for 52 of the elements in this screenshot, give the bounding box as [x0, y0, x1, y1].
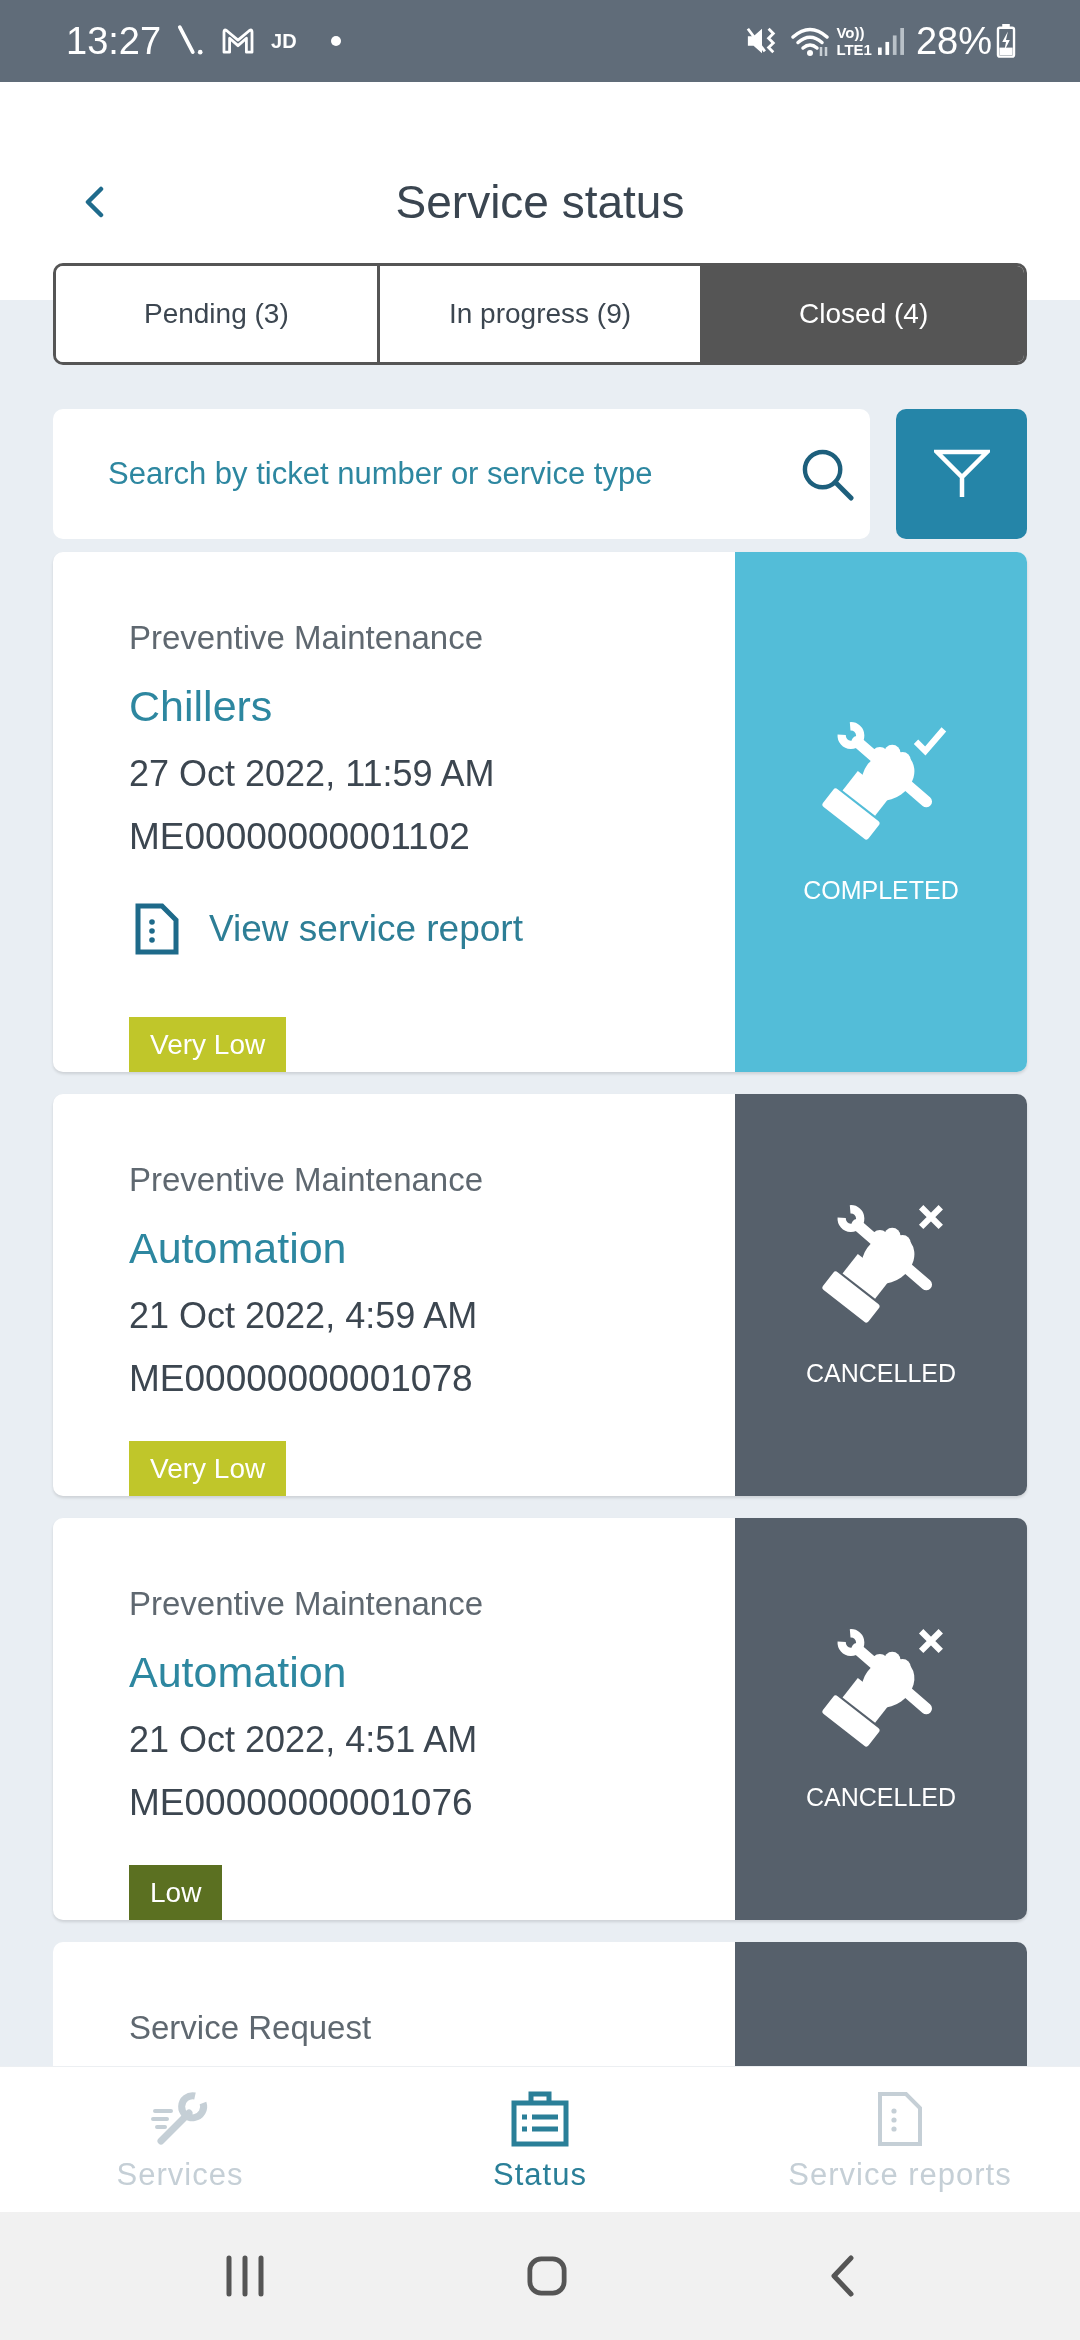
ticket-card[interactable]: Preventive Maintenance Chillers 27 Oct 2022, 11:59 AM ME00000000001102 View service report Very Low COMPLETED: [53, 552, 1027, 1072]
ticket-date: 27 Oct 2022, 11:59 AM: [129, 752, 495, 796]
battery-percent: 28%: [915, 19, 992, 63]
mail-icon: [221, 27, 256, 55]
notification-dot-icon: [330, 36, 341, 46]
wifi-icon: [790, 25, 831, 57]
service-category: Preventive Maintenance: [129, 1160, 484, 1200]
status-label: COMPLETED: [803, 875, 959, 905]
search-field[interactable]: Search by ticket number or service type: [53, 409, 870, 539]
hand-wrench-check-icon: [820, 719, 948, 843]
filter-button[interactable]: [896, 409, 1027, 539]
service-category: Preventive Maintenance: [129, 618, 484, 658]
page-title: Service status: [395, 175, 685, 230]
document-icon: [135, 903, 179, 955]
ticket-number: ME00000000001076: [129, 1781, 473, 1825]
volte-label: Vo)): [836, 24, 865, 41]
ticket-title: Automation: [129, 1647, 347, 1698]
priority-badge: Very Low: [129, 1441, 287, 1496]
wrench-icon: [151, 2091, 209, 2147]
back-icon[interactable]: [829, 2255, 855, 2297]
ticket-number: ME00000000001102: [129, 815, 470, 859]
ticket-card[interactable]: Preventive Maintenance Automation 21 Oct 2022, 4:59 AM ME00000000001078 Very Low CANCELLED: [53, 1094, 1027, 1496]
service-category: Service Request: [129, 2008, 372, 2048]
status-time: 13:27: [66, 19, 162, 63]
ticket-card[interactable]: Service Request: [53, 1942, 1027, 2066]
back-icon[interactable]: [83, 186, 105, 218]
ticket-title: Automation: [129, 1223, 347, 1274]
signal-icon: [877, 27, 904, 55]
ticket-title: Chillers: [129, 681, 273, 732]
ticket-number: ME00000000001078: [129, 1357, 473, 1401]
notification-app-label: JD: [271, 29, 297, 53]
service-category: Preventive Maintenance: [129, 1584, 484, 1624]
battery-charging-icon: [996, 24, 1016, 58]
tab[interactable]: In progress (9): [376, 266, 701, 362]
tab[interactable]: Pending (3): [56, 266, 377, 362]
view-report-link[interactable]: View service report: [135, 899, 523, 959]
filter-icon: [933, 449, 990, 499]
nav-tab[interactable]: Status: [360, 2067, 720, 2212]
status-label: CANCELLED: [805, 1358, 957, 1388]
search-icon[interactable]: [801, 447, 854, 501]
ticket-date: 21 Oct 2022, 4:51 AM: [129, 1718, 478, 1762]
tab[interactable]: Closed (4): [700, 266, 1024, 362]
home-icon[interactable]: [527, 2255, 567, 2297]
ticket-card[interactable]: Preventive Maintenance Automation 21 Oct 2022, 4:51 AM ME00000000001076 Low CANCELLED: [53, 1518, 1027, 1920]
briefcase-icon: [511, 2091, 569, 2147]
priority-badge: Very Low: [129, 1017, 287, 1072]
priority-badge: Low: [129, 1865, 223, 1920]
search-input[interactable]: Search by ticket number or service type: [108, 444, 801, 504]
ticket-date: 21 Oct 2022, 4:59 AM: [129, 1294, 478, 1338]
recent-apps-icon[interactable]: [225, 2255, 265, 2297]
network-type-label: LTE1: [836, 41, 872, 58]
status-label: CANCELLED: [805, 1782, 957, 1812]
